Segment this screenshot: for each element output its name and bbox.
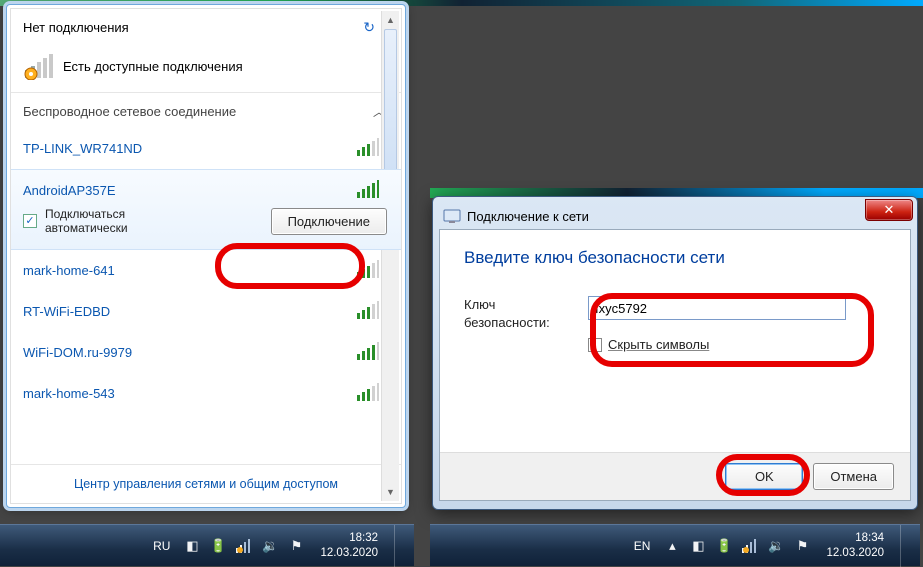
signal-icon xyxy=(357,301,379,322)
dialog-heading: Введите ключ безопасности сети xyxy=(464,248,886,268)
network-ssid: mark-home-641 xyxy=(23,263,115,278)
network-tray-icon[interactable] xyxy=(742,538,758,554)
network-ssid: RT-WiFi-EDBD xyxy=(23,304,110,319)
volume-icon[interactable]: 🔉 xyxy=(262,538,278,554)
network-item[interactable]: RT-WiFi-EDBD xyxy=(11,291,401,332)
wifi-networks-popup: ▲ ▼ Нет подключения ↻ Есть xyxy=(6,4,406,508)
network-item-selected[interactable]: AndroidAP357E xyxy=(11,170,401,203)
network-ssid: TP-LINK_WR741ND xyxy=(23,141,142,156)
tray-chevron-icon[interactable]: ▴ xyxy=(664,538,680,554)
auto-connect-checkbox[interactable]: Подключаться автоматически xyxy=(23,207,155,235)
no-connection-label: Нет подключения xyxy=(23,20,129,35)
signal-icon xyxy=(357,342,379,363)
wireless-section-header[interactable]: Беспроводное сетевое соединение ︿ xyxy=(11,93,401,128)
network-ssid: WiFi-DOM.ru-9979 xyxy=(23,345,132,360)
network-list: TP-LINK_WR741ND AndroidAP357E Подключать… xyxy=(11,128,401,464)
available-connections-label: Есть доступные подключения xyxy=(63,59,243,74)
cancel-button[interactable]: Отмена xyxy=(813,463,894,490)
connect-to-network-dialog: Подключение к сети ✕ Введите ключ безопа… xyxy=(432,196,918,510)
battery-icon[interactable]: 🔋 xyxy=(210,538,226,554)
clock[interactable]: 18:34 12.03.2020 xyxy=(826,531,884,560)
hide-characters-checkbox[interactable]: Скрыть символы xyxy=(588,337,886,352)
show-desktop-button[interactable] xyxy=(900,525,912,567)
scroll-down-icon[interactable]: ▼ xyxy=(382,483,399,501)
ok-button[interactable]: OK xyxy=(725,463,803,490)
language-indicator[interactable]: RU xyxy=(153,539,170,553)
tray-app-icon[interactable]: ◧ xyxy=(184,538,200,554)
checkbox-checked-icon xyxy=(23,214,37,228)
dialog-title: Подключение к сети xyxy=(467,209,589,224)
security-key-input[interactable] xyxy=(588,296,846,320)
system-tray: RU ◧ 🔋 🔉 ⚑ 18:32 12.03.2020 xyxy=(153,525,406,567)
close-button[interactable]: ✕ xyxy=(865,199,913,221)
network-item[interactable]: mark-home-641 xyxy=(11,250,401,291)
security-key-label: Ключ безопасности: xyxy=(464,296,576,331)
system-tray: EN ▴ ◧ 🔋 🔉 ⚑ 18:34 12.03.2020 xyxy=(634,525,912,567)
taskbar-left[interactable]: RU ◧ 🔋 🔉 ⚑ 18:32 12.03.2020 xyxy=(0,524,414,566)
network-center-link[interactable]: Центр управления сетями и общим доступом xyxy=(11,464,401,503)
network-item[interactable]: mark-home-543 xyxy=(11,373,401,414)
signal-icon xyxy=(357,383,379,404)
clock-time: 18:32 xyxy=(320,531,378,545)
network-ssid: mark-home-543 xyxy=(23,386,115,401)
network-dialog-icon xyxy=(443,207,461,225)
tray-app-icon[interactable]: ◧ xyxy=(690,538,706,554)
network-ssid: AndroidAP357E xyxy=(23,183,116,198)
selected-network-block: AndroidAP357E Подключаться автоматически… xyxy=(11,169,401,250)
signal-warning-icon xyxy=(23,52,55,80)
checkbox-unchecked-icon xyxy=(588,338,602,352)
signal-icon xyxy=(357,180,379,201)
clock[interactable]: 18:32 12.03.2020 xyxy=(320,531,378,560)
dialog-footer: OK Отмена xyxy=(440,452,910,500)
auto-connect-label: Подключаться автоматически xyxy=(45,207,155,235)
network-tray-icon[interactable] xyxy=(236,538,252,554)
connect-button[interactable]: Подключение xyxy=(271,208,387,235)
close-icon: ✕ xyxy=(884,202,895,218)
scroll-up-icon[interactable]: ▲ xyxy=(382,11,399,29)
hide-characters-label: Скрыть символы xyxy=(608,337,709,352)
signal-icon xyxy=(357,138,379,159)
wireless-section-title: Беспроводное сетевое соединение xyxy=(23,104,236,119)
network-center-link-label: Центр управления сетями и общим доступом xyxy=(74,477,338,491)
clock-time: 18:34 xyxy=(826,531,884,545)
volume-icon[interactable]: 🔉 xyxy=(768,538,784,554)
taskbar-right[interactable]: EN ▴ ◧ 🔋 🔉 ⚑ 18:34 12.03.2020 xyxy=(430,524,920,566)
network-item[interactable]: WiFi-DOM.ru-9979 xyxy=(11,332,401,373)
signal-icon xyxy=(357,260,379,281)
dialog-titlebar[interactable]: Подключение к сети ✕ xyxy=(439,203,911,229)
show-desktop-button[interactable] xyxy=(394,525,406,567)
battery-icon[interactable]: 🔋 xyxy=(716,538,732,554)
network-item[interactable]: TP-LINK_WR741ND xyxy=(11,128,401,169)
clock-date: 12.03.2020 xyxy=(826,546,884,560)
language-indicator[interactable]: EN xyxy=(634,539,651,553)
clock-date: 12.03.2020 xyxy=(320,546,378,560)
action-center-icon[interactable]: ⚑ xyxy=(288,538,304,554)
action-center-icon[interactable]: ⚑ xyxy=(794,538,810,554)
